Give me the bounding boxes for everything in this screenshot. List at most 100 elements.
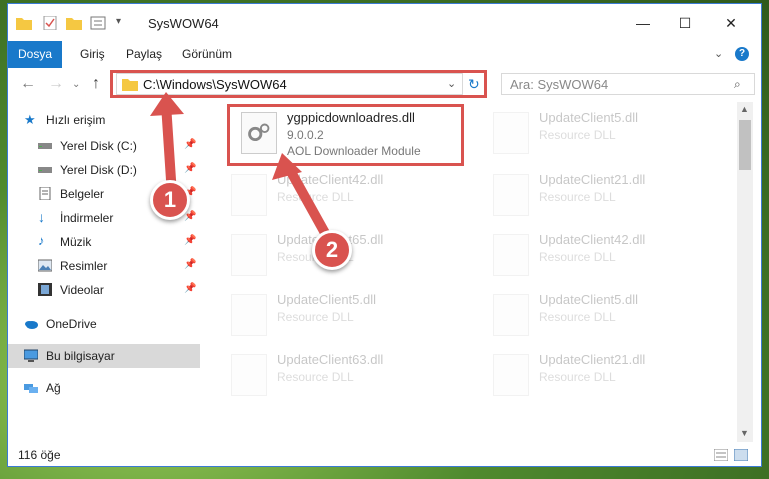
help-icon[interactable]: ? (735, 47, 749, 61)
sidebar-item-label: Yerel Disk (D:) (60, 163, 137, 177)
file-item[interactable]: UpdateClient5.dll Resource DLL (473, 286, 713, 342)
search-icon: ⌕ (734, 77, 741, 91)
sidebar-item-label: Bu bilgisayar (46, 349, 115, 363)
sidebar-item-label: İndirmeler (60, 211, 114, 225)
sidebar-item-disk-c[interactable]: Yerel Disk (C:) 📌 (8, 134, 200, 158)
address-highlight (110, 70, 487, 98)
item-count: 116 öğe (18, 448, 61, 462)
documents-icon (39, 187, 51, 200)
tab-paylas[interactable]: Paylaş (126, 41, 162, 68)
forward-icon[interactable]: → (48, 75, 64, 93)
sidebar-item-disk-d[interactable]: Yerel Disk (D:) 📌 (8, 158, 200, 182)
file-name: UpdateClient42.dll (277, 172, 384, 187)
drive-icon (38, 143, 52, 149)
file-item[interactable]: UpdateClient5.dll Resource DLL (211, 286, 451, 342)
pin-icon[interactable]: 📌 (184, 235, 196, 246)
file-name: UpdateClient42.dll (539, 232, 646, 247)
file-item[interactable]: UpdateClient5.dll Resource DLL (473, 104, 713, 160)
dll-file-icon (231, 234, 267, 276)
cloud-icon (25, 321, 38, 329)
dll-file-icon (231, 354, 267, 396)
scroll-up-icon[interactable]: ▲ (740, 104, 749, 114)
title-bar: ▾ SysWOW64 — ☐ ✕ (8, 4, 761, 41)
star-icon: ★ (24, 112, 36, 127)
file-item[interactable]: UpdateClient21.dll Resource DLL (473, 346, 713, 402)
new-folder-icon[interactable] (66, 16, 82, 30)
properties-icon[interactable] (42, 16, 58, 30)
network-icon (24, 384, 38, 393)
file-description: Resource DLL (277, 370, 354, 384)
tab-giris[interactable]: Giriş (80, 41, 105, 68)
scrollbar-thumb[interactable] (739, 120, 751, 170)
file-description: Resource DLL (539, 128, 616, 142)
file-item[interactable]: UpdateClient42.dll Resource DLL (473, 226, 713, 282)
scroll-down-icon[interactable]: ▼ (740, 428, 749, 438)
sidebar-item-network[interactable]: Ağ (8, 376, 200, 400)
sidebar-item-onedrive[interactable]: OneDrive (8, 312, 200, 336)
sidebar-item-label: Müzik (60, 235, 92, 249)
search-input[interactable]: Ara: SysWOW64 ⌕ (501, 73, 755, 95)
sidebar-item-quick-access[interactable]: ★ Hızlı erişim (8, 108, 200, 132)
up-icon[interactable]: ↑ (92, 75, 100, 93)
maximize-button[interactable]: ☐ (662, 12, 708, 34)
dll-file-icon (493, 354, 529, 396)
file-description: Resource DLL (539, 370, 616, 384)
sidebar-item-label: Belgeler (60, 187, 105, 201)
pin-icon[interactable]: 📌 (184, 163, 196, 174)
file-name: UpdateClient21.dll (539, 172, 646, 187)
computer-icon (24, 349, 38, 362)
sidebar-item-label: OneDrive (46, 317, 97, 331)
minimize-button[interactable]: — (620, 12, 666, 34)
explorer-window: ▾ SysWOW64 — ☐ ✕ Dosya Giriş Paylaş Görü… (7, 3, 762, 467)
file-description: Resource DLL (539, 190, 616, 204)
download-icon: ↓ (38, 209, 45, 225)
details-view-icon[interactable] (714, 449, 728, 461)
close-button[interactable]: ✕ (708, 12, 754, 34)
qa-dropdown-icon[interactable]: ▾ (116, 16, 121, 27)
customize-icon[interactable] (90, 16, 106, 30)
file-name: UpdateClient5.dll (539, 292, 639, 307)
sidebar-item-label: Yerel Disk (C:) (60, 139, 137, 153)
sidebar-item-label: Ağ (46, 381, 61, 395)
large-icons-view-icon[interactable] (734, 449, 748, 461)
file-name: UpdateClient21.dll (539, 352, 646, 367)
sidebar-item-music[interactable]: ♪ Müzik 📌 (8, 230, 200, 254)
file-description: Resource DLL (277, 190, 354, 204)
file-item[interactable]: UpdateClient63.dll Resource DLL (211, 346, 451, 402)
pin-icon[interactable]: 📌 (184, 283, 196, 294)
pictures-icon (38, 259, 52, 272)
video-icon (38, 283, 52, 296)
callout-badge-2: 2 (312, 230, 352, 270)
search-placeholder: Ara: SysWOW64 (510, 77, 609, 92)
pin-icon[interactable]: 📌 (184, 139, 196, 150)
window-title: SysWOW64 (148, 16, 219, 31)
file-name: UpdateClient5.dll (277, 292, 377, 307)
file-highlight (227, 104, 464, 166)
back-icon[interactable]: ← (20, 75, 36, 93)
file-item[interactable]: UpdateClient42.dll Resource DLL (211, 166, 451, 222)
recent-dropdown-icon[interactable]: ⌄ (72, 79, 80, 90)
pin-icon[interactable]: 📌 (184, 259, 196, 270)
callout-badge-1: 1 (150, 180, 190, 220)
music-icon: ♪ (38, 233, 45, 248)
file-description: Resource DLL (539, 250, 616, 264)
sidebar-item-this-pc[interactable]: Bu bilgisayar (8, 344, 200, 368)
sidebar-item-label: Videolar (60, 283, 104, 297)
ribbon-expand-icon[interactable]: ⌄ (714, 47, 723, 60)
sidebar-item-pictures[interactable]: Resimler 📌 (8, 254, 200, 278)
vertical-scrollbar[interactable]: ▲ ▼ (737, 102, 753, 442)
sidebar-item-videos[interactable]: Videolar 📌 (8, 278, 200, 302)
address-row: ← → ⌄ ↑ C:\Windows\SysWOW64 ⌄ ↻ Ara: Sys… (8, 68, 761, 102)
file-item[interactable]: UpdateClient21.dll Resource DLL (473, 166, 713, 222)
ribbon-tabs: Dosya Giriş Paylaş Görünüm ⌄ ? (8, 41, 761, 97)
tab-gorunum[interactable]: Görünüm (182, 41, 232, 68)
pin-icon[interactable]: 📌 (184, 211, 196, 222)
dll-file-icon (231, 294, 267, 336)
sidebar-item-label: Hızlı erişim (46, 113, 106, 127)
sidebar-item-label: Resimler (60, 259, 108, 273)
folder-icon (16, 18, 32, 30)
dll-file-icon (493, 234, 529, 276)
dll-file-icon (493, 112, 529, 154)
dll-file-icon (231, 174, 267, 216)
drive-icon (38, 167, 52, 173)
